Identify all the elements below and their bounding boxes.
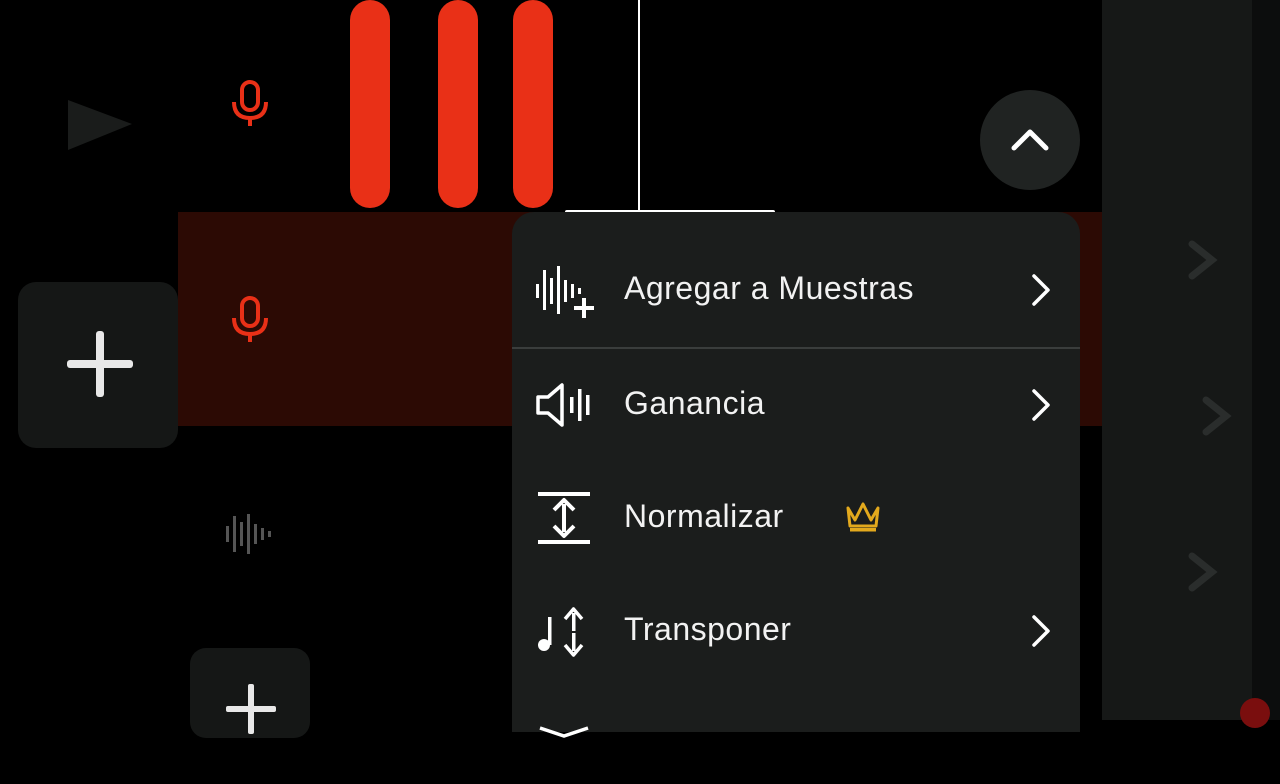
chevron-right-icon bbox=[1032, 615, 1050, 647]
menu-item-add-to-samples[interactable]: Agregar a Muestras bbox=[512, 250, 1080, 330]
add-track-button[interactable] bbox=[18, 282, 178, 448]
playhead[interactable] bbox=[638, 0, 640, 212]
recording-clip[interactable] bbox=[513, 0, 553, 208]
plus-icon bbox=[226, 684, 276, 734]
menu-item-transpose[interactable]: Transponer bbox=[512, 591, 1080, 671]
microphone-icon[interactable] bbox=[230, 80, 270, 135]
chevron-up-icon bbox=[1011, 129, 1049, 151]
waveform-icon[interactable] bbox=[224, 512, 276, 561]
menu-divider bbox=[512, 347, 1080, 349]
track-controls-panel bbox=[1102, 0, 1252, 720]
add-to-samples-icon bbox=[536, 266, 594, 318]
collapse-button[interactable] bbox=[980, 90, 1080, 190]
crown-icon bbox=[846, 502, 880, 532]
transpose-icon bbox=[538, 607, 584, 657]
microphone-icon[interactable] bbox=[230, 296, 270, 351]
recording-clip[interactable] bbox=[438, 0, 478, 208]
more-option-icon bbox=[539, 726, 589, 738]
recording-clip[interactable] bbox=[350, 0, 390, 208]
speaker-volume-icon bbox=[536, 383, 590, 427]
add-track-button-secondary[interactable] bbox=[190, 648, 310, 738]
chevron-right-icon bbox=[1032, 274, 1050, 306]
play-icon[interactable] bbox=[60, 92, 140, 162]
clip-context-menu: Agregar a Muestras Ganancia Normalizar T… bbox=[512, 212, 1080, 738]
record-indicator bbox=[1240, 698, 1270, 728]
plus-icon bbox=[67, 331, 133, 397]
normalize-icon bbox=[538, 492, 590, 544]
chevron-right-icon bbox=[1032, 389, 1050, 421]
right-edge bbox=[1252, 0, 1280, 720]
menu-item-normalize[interactable]: Normalizar bbox=[512, 478, 1080, 558]
menu-item-label: Agregar a Muestras bbox=[624, 270, 915, 306]
chevron-right-icon[interactable] bbox=[1182, 550, 1222, 594]
chevron-right-icon[interactable] bbox=[1182, 238, 1222, 282]
menu-item-gain[interactable]: Ganancia bbox=[512, 365, 1080, 445]
chevron-right-icon[interactable] bbox=[1196, 394, 1236, 438]
menu-item-label: Ganancia bbox=[624, 385, 765, 421]
menu-item-label: Normalizar bbox=[624, 498, 784, 534]
menu-item-label: Transponer bbox=[624, 611, 792, 647]
menu-item-partial[interactable] bbox=[512, 704, 1080, 784]
